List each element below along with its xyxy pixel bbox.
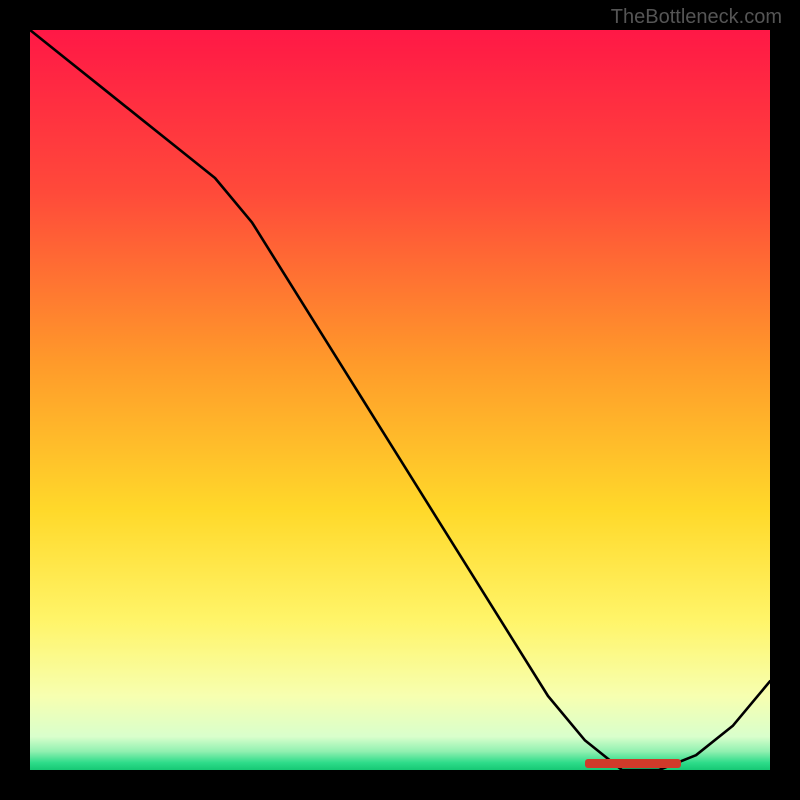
chart-plot-area <box>30 30 770 770</box>
watermark-text: TheBottleneck.com <box>611 6 782 29</box>
optimal-zone-marker <box>585 759 681 768</box>
bottleneck-curve <box>30 30 770 770</box>
